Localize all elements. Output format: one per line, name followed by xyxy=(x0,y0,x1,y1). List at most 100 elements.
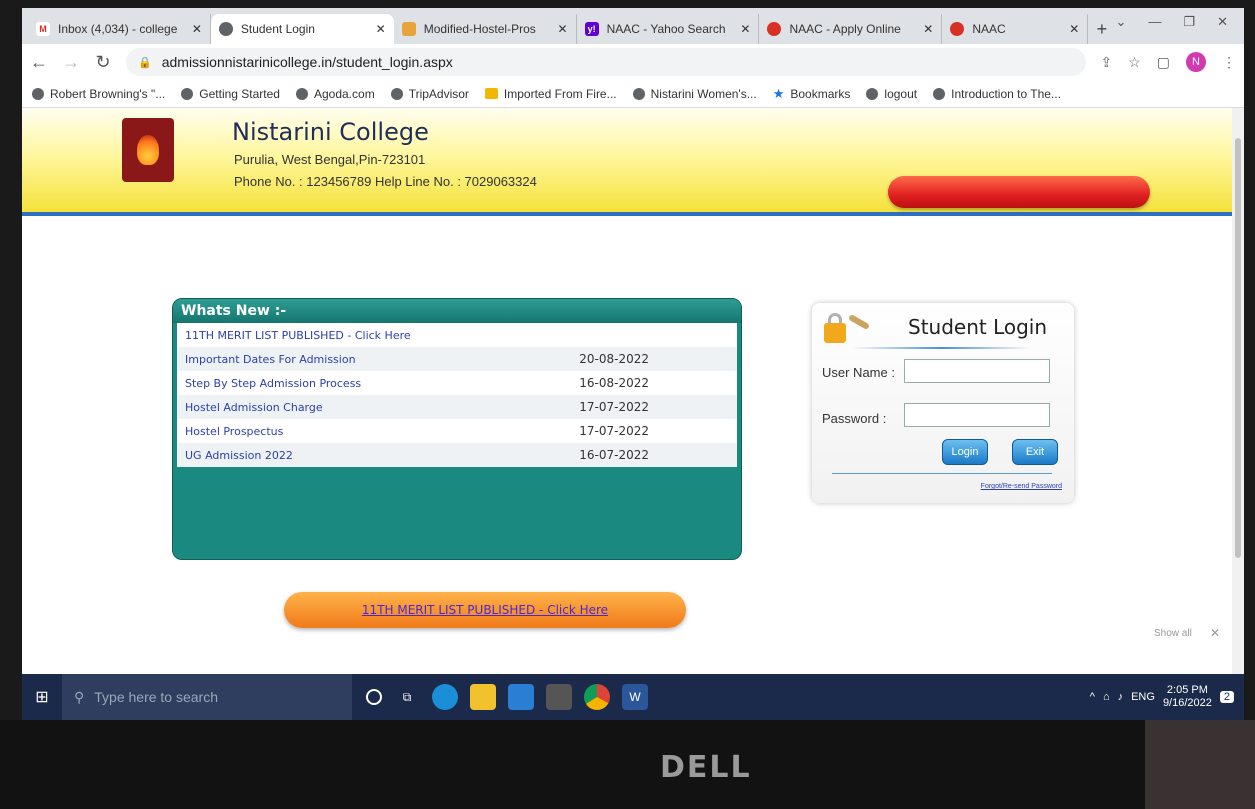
login-button[interactable]: Login xyxy=(942,439,988,465)
language-indicator[interactable]: ENG xyxy=(1131,691,1155,703)
web-page: Nistarini College Purulia, West Bengal,P… xyxy=(22,108,1232,674)
share-icon[interactable]: ⇪ xyxy=(1100,54,1112,71)
word-icon[interactable]: W xyxy=(622,684,648,710)
tab-student-login[interactable]: Student Login ✕ xyxy=(210,14,394,44)
college-phone: Phone No. : 123456789 Help Line No. : 70… xyxy=(234,174,537,189)
close-icon[interactable]: ✕ xyxy=(558,22,568,36)
store-icon[interactable] xyxy=(508,684,534,710)
close-icon[interactable]: ✕ xyxy=(1069,22,1079,36)
bookmark-item[interactable]: TripAdvisor xyxy=(390,87,469,101)
restore-icon[interactable]: ❐ xyxy=(1183,14,1195,30)
globe-icon xyxy=(632,87,645,100)
windows-start-icon[interactable]: ⊞ xyxy=(22,674,62,720)
news-link[interactable]: Hostel Prospectus xyxy=(185,425,283,438)
bookmark-folder[interactable]: Imported From Fire... xyxy=(484,87,617,101)
show-all-downloads-button[interactable]: Show all xyxy=(1154,628,1192,639)
bookmark-item[interactable]: Introduction to The... xyxy=(933,87,1061,101)
news-date: 17-07-2022 xyxy=(579,400,649,414)
new-tab-button[interactable]: + xyxy=(1088,14,1115,44)
list-item: UG Admission 2022 16-07-2022 xyxy=(177,443,737,467)
username-input[interactable] xyxy=(904,359,1050,383)
bookmark-item[interactable]: Getting Started xyxy=(181,87,280,101)
close-icon[interactable]: ✕ xyxy=(923,22,933,36)
monitor-bezel xyxy=(0,720,1255,809)
merit-list-link[interactable]: 11TH MERIT LIST PUBLISHED - Click Here xyxy=(362,603,608,617)
scrollbar-thumb[interactable] xyxy=(1235,138,1241,558)
globe-icon xyxy=(866,87,879,100)
news-link[interactable]: Important Dates For Admission xyxy=(185,353,356,366)
globe-icon xyxy=(933,87,946,100)
tab-hostel-prospectus[interactable]: Modified-Hostel-Pros ✕ xyxy=(394,14,577,44)
site-header: Nistarini College Purulia, West Bengal,P… xyxy=(22,108,1232,216)
reload-icon[interactable]: ↻ xyxy=(94,52,112,73)
url-text: admissionnistarinicollege.in/student_log… xyxy=(161,54,453,70)
tab-yahoo-search[interactable]: y! NAAC - Yahoo Search ✕ xyxy=(577,14,760,44)
address-bar[interactable]: 🔒 admissionnistarinicollege.in/student_l… xyxy=(126,48,1087,76)
news-date: 20-08-2022 xyxy=(579,352,649,366)
close-icon[interactable]: ✕ xyxy=(192,22,202,36)
sidepanel-icon[interactable]: ▢ xyxy=(1157,54,1170,71)
close-icon[interactable]: ✕ xyxy=(740,22,750,36)
flame-icon xyxy=(137,135,159,165)
edge-icon[interactable] xyxy=(432,684,458,710)
profile-avatar[interactable]: N xyxy=(1186,52,1206,72)
whats-new-panel: Whats New :- 11TH MERIT LIST PUBLISHED -… xyxy=(172,298,742,560)
close-icon[interactable]: ✕ xyxy=(376,22,386,36)
bookmark-item[interactable]: Agoda.com xyxy=(295,87,375,101)
student-login-panel: Student Login User Name : Password : Log… xyxy=(812,303,1074,503)
exit-button[interactable]: Exit xyxy=(1012,439,1058,465)
bookmark-item[interactable]: logout xyxy=(866,87,917,101)
bookmark-item[interactable]: Nistarini Women's... xyxy=(632,87,757,101)
taskbar-apps: ⧉ W xyxy=(366,684,648,710)
padlock-keys-icon xyxy=(824,313,871,343)
news-link[interactable]: Step By Step Admission Process xyxy=(185,377,361,390)
bookmark-item[interactable]: Robert Browning's "... xyxy=(32,87,165,101)
password-input[interactable] xyxy=(904,403,1050,427)
notification-icon[interactable]: 2 xyxy=(1219,691,1234,703)
cortana-icon[interactable] xyxy=(366,689,382,705)
merit-list-banner[interactable]: 11TH MERIT LIST PUBLISHED - Click Here xyxy=(284,592,686,628)
close-icon[interactable]: ✕ xyxy=(1210,626,1220,640)
mouse-cursor-icon xyxy=(809,614,825,632)
forgot-password-link[interactable]: Forgot/Re-send Password xyxy=(981,483,1062,490)
clock[interactable]: 2:05 PM 9/16/2022 xyxy=(1163,684,1212,710)
news-link[interactable]: UG Admission 2022 xyxy=(185,449,293,462)
minimize-icon[interactable]: — xyxy=(1148,14,1161,30)
tab-inbox[interactable]: M Inbox (4,034) - college ✕ xyxy=(28,14,211,44)
browser-tab-strip: M Inbox (4,034) - college ✕ Student Logi… xyxy=(22,8,1244,44)
task-view-icon[interactable]: ⧉ xyxy=(394,684,420,710)
chevron-up-icon[interactable]: ^ xyxy=(1090,691,1095,703)
bookmark-label: Getting Started xyxy=(199,86,280,101)
chrome-icon[interactable] xyxy=(584,684,610,710)
back-arrow-icon[interactable]: ← xyxy=(30,52,48,73)
globe-icon xyxy=(390,87,403,100)
news-date: 16-08-2022 xyxy=(579,376,649,390)
menu-icon[interactable]: ⋮ xyxy=(1222,54,1236,71)
naac-icon xyxy=(950,22,965,36)
tab-label: Modified-Hostel-Pros xyxy=(423,22,536,36)
drive-icon xyxy=(401,22,416,36)
page-scrollbar[interactable] xyxy=(1232,108,1244,674)
file-explorer-icon[interactable] xyxy=(470,684,496,710)
close-window-icon[interactable]: ✕ xyxy=(1217,14,1228,30)
taskbar-search[interactable]: ⚲ Type here to search xyxy=(62,674,352,720)
calculator-icon[interactable] xyxy=(546,684,572,710)
search-placeholder: Type here to search xyxy=(94,689,219,705)
whats-new-title: Whats New :- xyxy=(173,299,741,323)
tab-naac-apply[interactable]: NAAC - Apply Online ✕ xyxy=(759,14,943,44)
divider xyxy=(852,347,1032,349)
tab-label: NAAC xyxy=(972,22,1006,36)
chevron-down-icon[interactable]: ⌄ xyxy=(1116,14,1127,30)
bookmark-star-icon[interactable]: ☆ xyxy=(1128,54,1141,71)
tab-label: Student Login xyxy=(240,22,315,36)
volume-icon[interactable]: ♪ xyxy=(1118,691,1124,703)
college-logo xyxy=(122,118,174,182)
forward-arrow-icon[interactable]: → xyxy=(62,52,80,73)
news-link[interactable]: 11TH MERIT LIST PUBLISHED - Click Here xyxy=(185,329,411,342)
tab-naac[interactable]: NAAC ✕ xyxy=(942,14,1089,44)
whats-new-list: 11TH MERIT LIST PUBLISHED - Click Here I… xyxy=(177,323,737,467)
bookmark-folder[interactable]: ★ Bookmarks xyxy=(773,86,851,102)
network-icon[interactable]: ⌂ xyxy=(1103,691,1110,703)
globe-icon xyxy=(181,87,194,100)
news-link[interactable]: Hostel Admission Charge xyxy=(185,401,323,414)
